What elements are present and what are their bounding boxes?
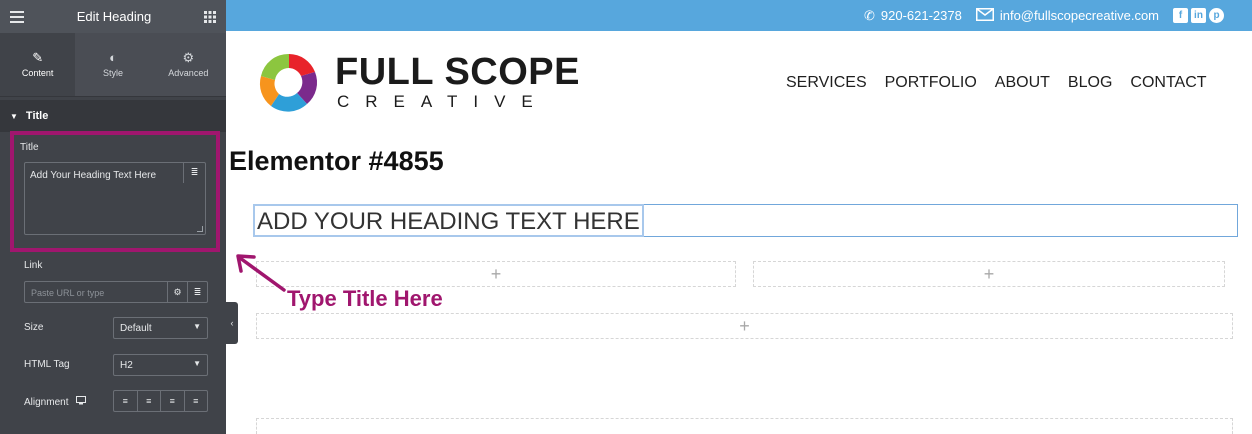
logo-line-2: CREATIVE [337,91,549,111]
email-link[interactable]: info@fullscopecreative.com [1000,8,1159,23]
tab-content[interactable]: ✎ Content [0,33,76,96]
highlight-box [10,131,220,252]
alignment-field-label: Alignment [24,396,69,408]
phone-number[interactable]: 920-621-2378 [881,8,962,23]
add-section-area[interactable]: + [256,313,1233,339]
linkedin-icon[interactable]: in [1191,8,1206,23]
link-input-placeholder: Paste URL or type [31,288,105,298]
size-field-label: Size [24,322,44,333]
tab-style-label: Style [102,68,123,78]
nav-item-portfolio[interactable]: PORTFOLIO [885,74,977,92]
pinterest-icon[interactable]: p [1209,8,1224,23]
size-select[interactable]: Default ▼ [113,317,208,339]
hamburger-menu-icon[interactable] [10,10,24,23]
caret-down-icon: ▼ [10,111,18,121]
plus-icon: + [983,263,995,284]
section-title-label: Title [25,110,49,122]
logo-mark-icon [259,53,318,112]
heading-widget[interactable]: ADD YOUR HEADING TEXT HERE [253,204,1238,237]
nav-item-contact[interactable]: CONTACT [1130,74,1206,92]
chevron-down-icon: ▼ [193,359,201,368]
panel-title: Edit Heading [76,9,152,24]
logo-line-1: FULL SCOPE [335,50,580,93]
panel-header: Edit Heading [0,0,226,33]
html-tag-select[interactable]: H2 ▼ [113,354,208,376]
collapse-panel-button[interactable]: ‹ [226,302,238,344]
size-select-value: Default [120,323,152,334]
annotation-callout: Type Title Here [287,286,443,311]
add-element-column-right[interactable]: + [753,261,1225,287]
align-center-icon[interactable]: ≡ [138,391,161,411]
database-icon: ≣ [193,286,202,297]
tab-advanced[interactable]: ⚙ Advanced [151,33,226,96]
elementor-panel: Edit Heading ✎ Content ◐ Style ⚙ Advance… [0,0,226,434]
pencil-icon: ✎ [32,50,44,65]
tab-style[interactable]: ◐ Style [75,33,150,96]
widgets-grid-icon[interactable] [204,10,216,23]
site-logo[interactable]: FULL SCOPE CREATIVE [255,52,580,112]
plus-icon: + [490,263,502,284]
link-field-label: Link [24,260,43,271]
heading-widget-text[interactable]: ADD YOUR HEADING TEXT HERE [253,204,644,237]
mail-icon [975,7,994,24]
alignment-buttons: ≡ ≡ ≡ ≡ [113,390,208,412]
empty-section-outline [256,418,1233,434]
gear-icon: ⚙ [182,50,195,65]
gear-icon: ⚙ [173,286,182,297]
chevron-left-icon: ‹ [230,318,234,328]
add-element-column-left[interactable]: + [256,261,736,287]
align-right-icon[interactable]: ≡ [161,391,185,411]
align-left-icon[interactable]: ≡ [114,391,138,411]
tab-content-label: Content [21,68,54,78]
align-justify-icon[interactable]: ≡ [185,391,208,411]
panel-tabs: ✎ Content ◐ Style ⚙ Advanced [0,33,226,97]
annotation-arrow-icon [236,254,286,292]
site-topbar: ✆ 920-621-2378 info@fullscopecreative.co… [226,0,1252,31]
facebook-icon[interactable]: f [1173,8,1188,23]
nav-item-about[interactable]: ABOUT [995,74,1050,92]
page-title: Elementor #4855 [229,146,444,176]
html-tag-field-label: HTML Tag [24,359,70,370]
nav-item-blog[interactable]: BLOG [1068,74,1112,92]
html-tag-select-value: H2 [120,360,133,371]
phone-icon: ✆ [863,7,875,23]
desktop-icon[interactable] [76,396,87,408]
alignment-field-label-row: Alignment [24,396,87,408]
link-input[interactable]: Paste URL or type ⚙ ≣ [24,281,208,303]
section-title-toggle[interactable]: ▼ Title [0,100,226,132]
chevron-down-icon: ▼ [193,322,201,331]
contrast-icon: ◐ [109,50,117,65]
tab-advanced-label: Advanced [168,68,209,78]
social-icons: f in p [1173,8,1224,23]
link-dynamic-button[interactable]: ≣ [187,282,207,302]
plus-icon: + [739,315,750,336]
logo-text: FULL SCOPE CREATIVE [335,53,580,112]
link-options-button[interactable]: ⚙ [167,282,187,302]
main-nav: SERVICES PORTFOLIO ABOUT BLOG CONTACT [786,74,1207,92]
nav-item-services[interactable]: SERVICES [786,74,867,92]
